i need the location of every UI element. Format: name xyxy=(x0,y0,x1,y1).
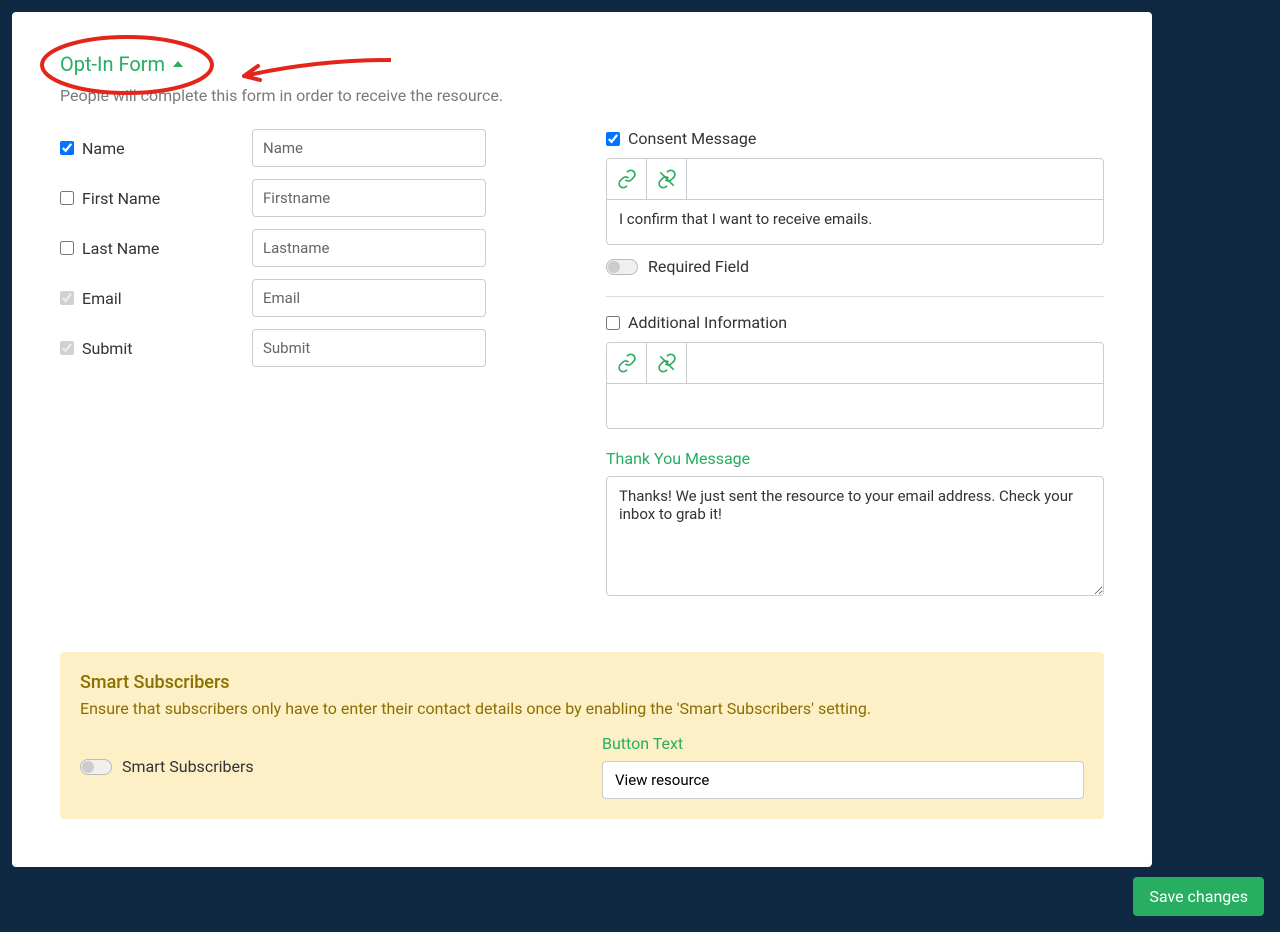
name-label: Name xyxy=(82,139,125,158)
field-row-lastname: Last Name xyxy=(60,229,558,267)
thankyou-label: Thank You Message xyxy=(606,449,1104,468)
thankyou-block: Thank You Message xyxy=(606,449,1104,600)
link-icon[interactable] xyxy=(607,343,647,383)
consent-block: Consent Message I confirm that I want to… xyxy=(606,129,1104,276)
divider xyxy=(606,296,1104,297)
button-text-input[interactable] xyxy=(602,761,1084,799)
name-input[interactable] xyxy=(252,129,486,167)
link-icon[interactable] xyxy=(607,159,647,199)
lastname-label: Last Name xyxy=(82,239,159,258)
additional-block: Additional Information xyxy=(606,313,1104,429)
field-row-email: Email xyxy=(60,279,558,317)
section-header: Opt-In Form People will complete this fo… xyxy=(60,52,1104,105)
lastname-input[interactable] xyxy=(252,229,486,267)
firstname-checkbox[interactable] xyxy=(60,191,74,205)
name-checkbox[interactable] xyxy=(60,141,74,155)
smart-title: Smart Subscribers xyxy=(80,672,1084,693)
firstname-label: First Name xyxy=(82,189,160,208)
settings-panel: Opt-In Form People will complete this fo… xyxy=(12,12,1152,867)
additional-checkbox[interactable] xyxy=(606,316,620,330)
smart-toggle[interactable] xyxy=(80,759,112,775)
field-row-name: Name xyxy=(60,129,558,167)
smart-description: Ensure that subscribers only have to ent… xyxy=(80,699,1084,718)
additional-label: Additional Information xyxy=(628,313,787,332)
messages-column: Consent Message I confirm that I want to… xyxy=(606,129,1104,620)
email-input[interactable] xyxy=(252,279,486,317)
unlink-icon[interactable] xyxy=(647,159,687,199)
section-title-text: Opt-In Form xyxy=(60,52,165,76)
section-description: People will complete this form in order … xyxy=(60,86,1104,105)
section-toggle[interactable]: Opt-In Form xyxy=(60,52,183,76)
email-checkbox xyxy=(60,291,74,305)
submit-input[interactable] xyxy=(252,329,486,367)
consent-editor: I confirm that I want to receive emails. xyxy=(606,158,1104,245)
thankyou-textarea[interactable] xyxy=(606,476,1104,596)
fields-column: Name First Name Last Name xyxy=(60,129,558,620)
consent-label: Consent Message xyxy=(628,129,756,148)
save-button[interactable]: Save changes xyxy=(1133,877,1264,916)
additional-text[interactable] xyxy=(607,384,1103,428)
chevron-up-icon xyxy=(173,61,183,67)
field-row-submit: Submit xyxy=(60,329,558,367)
submit-checkbox xyxy=(60,341,74,355)
required-toggle[interactable] xyxy=(606,259,638,275)
required-label: Required Field xyxy=(648,257,749,276)
unlink-icon[interactable] xyxy=(647,343,687,383)
firstname-input[interactable] xyxy=(252,179,486,217)
smart-toggle-label: Smart Subscribers xyxy=(122,757,254,776)
button-text-label: Button Text xyxy=(602,734,1084,753)
consent-checkbox[interactable] xyxy=(606,132,620,146)
field-row-firstname: First Name xyxy=(60,179,558,217)
lastname-checkbox[interactable] xyxy=(60,241,74,255)
submit-label: Submit xyxy=(82,339,132,358)
email-label: Email xyxy=(82,289,122,308)
annotation-arrow xyxy=(236,56,396,86)
additional-editor xyxy=(606,342,1104,429)
smart-subscribers-box: Smart Subscribers Ensure that subscriber… xyxy=(60,652,1104,819)
consent-text[interactable]: I confirm that I want to receive emails. xyxy=(607,200,1103,244)
